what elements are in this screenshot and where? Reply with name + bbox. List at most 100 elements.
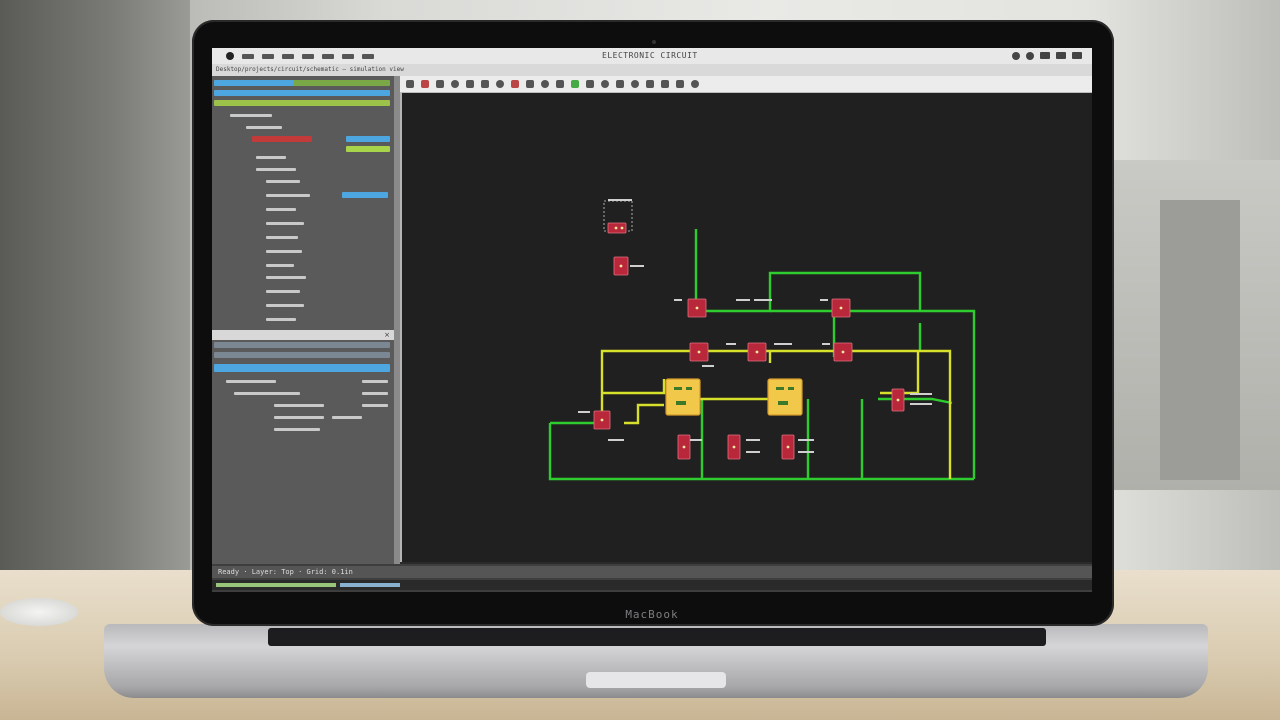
tree-row[interactable] [214,342,390,348]
tree-row-error[interactable] [252,136,312,142]
tree-item[interactable] [246,126,282,129]
tree-row[interactable] [214,100,390,106]
prop-value[interactable] [362,404,388,407]
tree-item[interactable] [256,156,286,159]
tree-item[interactable] [266,276,306,279]
open-icon[interactable] [436,80,444,88]
tree-item[interactable] [266,222,304,225]
menu-item[interactable] [242,53,254,59]
wire[interactable] [694,265,922,313]
tree-item[interactable] [266,208,296,211]
ic-chip[interactable] [665,378,701,416]
save-icon[interactable] [466,80,474,88]
signal-wire[interactable] [602,379,666,395]
prop-value[interactable] [362,392,388,395]
component-labels [578,199,932,453]
tree-row[interactable] [346,146,390,152]
menu-item[interactable] [322,53,334,59]
tree-row[interactable] [214,352,390,358]
progress-bar-secondary [340,583,400,587]
run-icon[interactable] [496,80,504,88]
cut-icon[interactable] [481,80,489,88]
rotate-icon[interactable] [586,80,594,88]
status-bar: Ready · Layer: Top · Grid: 0.1in [212,564,1092,592]
background-pillar [0,0,190,570]
menu-extras [1012,52,1082,60]
wire[interactable] [878,397,953,405]
tree-item[interactable] [266,236,298,239]
laptop-keyboard [268,628,1046,646]
project-panel: × [212,76,394,564]
path-bar: Desktop/projects/circuit/schematic — sim… [212,64,1092,76]
search-icon[interactable] [1026,52,1034,60]
component-group [593,222,905,460]
window-title: ELECTRONIC CIRCUIT [602,51,698,60]
clock-icon[interactable] [1056,52,1066,59]
new-icon[interactable] [406,80,414,88]
tree-row[interactable] [342,192,388,198]
editor-toolbar [400,76,1092,93]
tree-row[interactable] [214,90,390,96]
tree-item[interactable] [266,318,296,321]
wifi-icon[interactable] [1012,52,1020,60]
prop-item[interactable] [274,428,320,431]
wire-tool-icon[interactable] [526,80,534,88]
record-icon[interactable] [421,80,429,88]
zoom-icon[interactable] [451,80,459,88]
menu-item[interactable] [282,53,294,59]
prop-item[interactable] [274,416,324,419]
menu-item[interactable] [342,53,354,59]
screen: ELECTRONIC CIRCUIT Desktop/projects/circ… [212,48,1092,592]
apple-icon[interactable] [226,52,234,60]
menu-item[interactable] [362,53,374,59]
probe-icon[interactable] [541,80,549,88]
grid-icon[interactable] [616,80,624,88]
layer-icon[interactable] [646,80,654,88]
tree-row-highlight[interactable] [214,80,294,86]
battery-icon[interactable] [1040,52,1050,59]
tree-row[interactable] [346,136,390,142]
ic-chip[interactable] [767,378,803,416]
tree-row-selected[interactable] [214,364,390,372]
status-text: Ready · Layer: Top · Grid: 0.1in [212,566,1092,578]
simulate-icon[interactable] [571,80,579,88]
desk-object [0,598,78,626]
tree-item[interactable] [266,290,300,293]
properties-panel-header: × [212,330,394,340]
prop-item[interactable] [274,404,324,407]
menu-item[interactable] [262,53,274,59]
stop-icon[interactable] [511,80,519,88]
webcam [652,40,656,44]
signal-wire[interactable] [624,403,664,425]
progress-bar [216,583,336,587]
prop-value[interactable] [332,416,362,419]
component-icon[interactable] [556,80,564,88]
laptop-brand: MacBook [625,608,679,621]
redo-icon[interactable] [676,80,684,88]
prop-item[interactable] [234,392,300,395]
prop-value[interactable] [362,380,388,383]
undo-icon[interactable] [661,80,669,88]
pin-group [600,226,900,449]
tree-item[interactable] [266,194,310,197]
schematic-canvas[interactable] [400,93,1092,562]
tree-item[interactable] [266,304,304,307]
tree-item[interactable] [266,264,294,267]
help-icon[interactable] [691,80,699,88]
close-icon[interactable]: × [384,331,390,339]
search-icon[interactable] [601,80,609,88]
wire[interactable] [548,423,974,481]
settings-icon[interactable] [631,80,639,88]
menu-bar: ELECTRONIC CIRCUIT [212,48,1092,64]
tree-item[interactable] [266,250,302,253]
tree-item[interactable] [230,114,272,117]
laptop-notch [586,672,726,688]
schematic-svg [548,199,976,481]
signal-wire[interactable] [880,351,920,395]
tree-item[interactable] [256,168,296,171]
background-shelf-inner [1160,200,1240,480]
menu-item[interactable] [302,53,314,59]
prop-item[interactable] [226,380,276,383]
tree-item[interactable] [266,180,300,183]
control-center-icon[interactable] [1072,52,1082,59]
